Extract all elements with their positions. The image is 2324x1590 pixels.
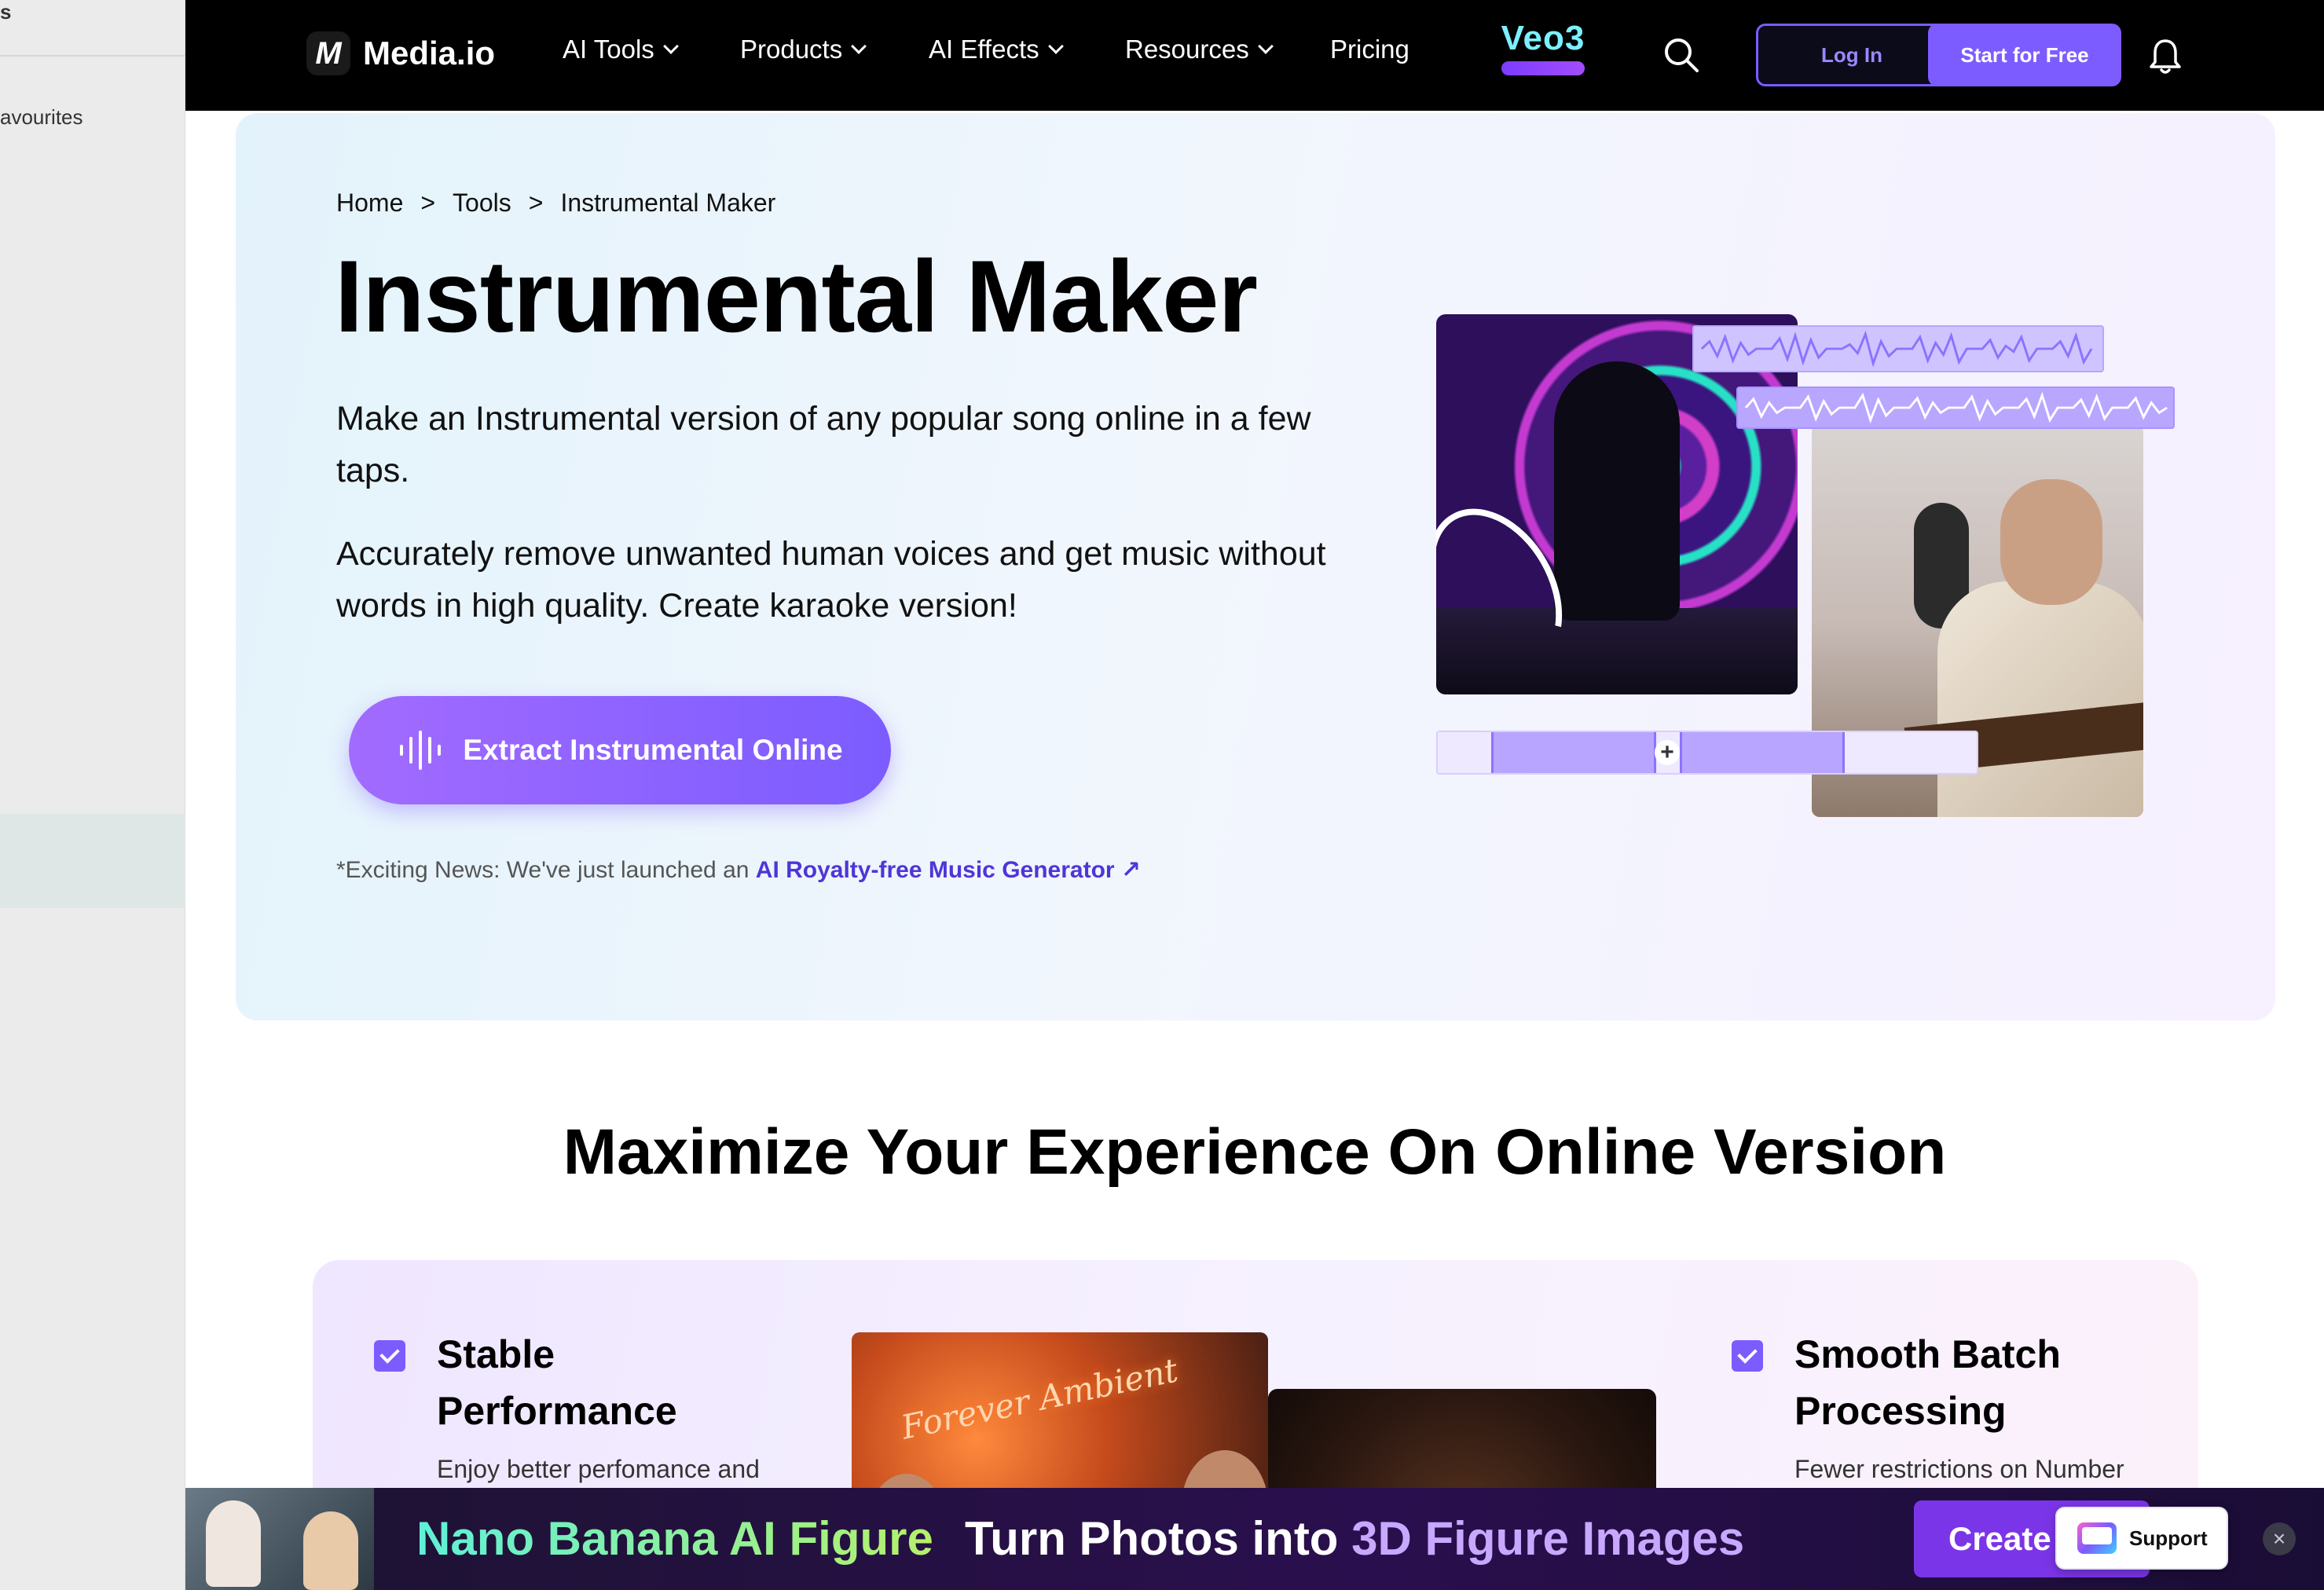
login-button[interactable]: Log In	[1756, 24, 1948, 86]
audio-waveform-track	[1692, 325, 2104, 372]
bell-icon[interactable]	[2148, 38, 2183, 75]
feature-desc-batch: Fewer restrictions on Number	[1794, 1455, 2124, 1483]
add-clip-icon: +	[1655, 739, 1680, 765]
feature-title-batch: Smooth Batch Processing	[1794, 1332, 2061, 1433]
waveform-graphic	[1700, 330, 2093, 368]
banner-text-plain: Turn Photos into	[965, 1512, 1352, 1565]
nav-pricing[interactable]: Pricing	[1330, 35, 1409, 64]
news-prefix: *Exciting News: We've just launched an	[336, 857, 756, 883]
feature-desc-stable: Enjoy better perfomance and	[437, 1455, 760, 1483]
breadcrumb-separator: >	[420, 189, 436, 217]
logo-text: Media.io	[363, 35, 496, 71]
chevron-down-icon	[1047, 38, 1064, 54]
music-generator-link[interactable]: AI Royalty-free Music Generator ↗	[756, 857, 1141, 883]
side-panel-label: s	[0, 0, 12, 24]
hero-description-1: Make an Instrumental version of any popu…	[336, 400, 1311, 489]
close-icon[interactable]: ×	[2263, 1522, 2296, 1555]
neon-sign-text: Forever Ambient	[897, 1350, 1182, 1447]
extract-instrumental-button[interactable]: Extract Instrumental Online	[349, 696, 891, 804]
chat-support-icon	[2077, 1522, 2117, 1554]
side-panel-divider	[0, 55, 185, 57]
start-for-free-button[interactable]: Start for Free	[1928, 24, 2121, 86]
audio-waveform-timeline	[1436, 731, 1978, 775]
nav-ai-effects[interactable]: AI Effects	[929, 35, 1064, 64]
nav-ai-effects-label: AI Effects	[929, 35, 1039, 64]
nav-ai-tools-label: AI Tools	[563, 35, 654, 64]
banner-highlight: Nano Banana AI Figure	[416, 1512, 933, 1565]
feature-title-stable: Stable Performance	[437, 1332, 677, 1433]
breadcrumb-tools[interactable]: Tools	[453, 189, 511, 218]
section-title: Maximize Your Experience On Online Versi…	[563, 1116, 1947, 1188]
support-label: Support	[2129, 1526, 2208, 1550]
veo3-badge[interactable]: Veo3	[1488, 19, 1598, 82]
promo-banner[interactable]: Nano Banana AI Figure Turn Photos into 3…	[185, 1488, 2324, 1590]
favourites-item[interactable]: avourites	[0, 105, 83, 130]
checkbox-icon	[1732, 1340, 1763, 1372]
nav-products[interactable]: Products	[740, 35, 867, 64]
breadcrumb-current: Instrumental Maker	[560, 189, 776, 217]
audio-waveform-track	[1736, 387, 2175, 429]
breadcrumb: Home > Tools > Instrumental Maker	[336, 189, 775, 218]
breadcrumb-separator: >	[528, 189, 544, 217]
nav-ai-tools[interactable]: AI Tools	[563, 35, 679, 64]
banner-text-accent: 3D Figure Images	[1351, 1512, 1745, 1565]
veo3-badge-bar	[1501, 61, 1585, 75]
support-button[interactable]: Support	[2055, 1507, 2228, 1570]
breadcrumb-home[interactable]: Home	[336, 189, 403, 218]
hero-description-2: Accurately remove unwanted human voices …	[336, 535, 1326, 625]
news-announcement: *Exciting News: We've just launched an A…	[336, 856, 1141, 884]
nav-products-label: Products	[740, 35, 843, 64]
nav-pricing-label: Pricing	[1330, 35, 1409, 64]
page-title: Instrumental Maker	[335, 239, 1258, 354]
chevron-down-icon	[1257, 38, 1274, 54]
veo3-badge-text: Veo3	[1501, 19, 1585, 57]
waveform-graphic	[1744, 391, 2168, 424]
browser-side-panel: s avourites	[0, 0, 185, 1590]
extract-instrumental-label: Extract Instrumental Online	[463, 734, 843, 766]
side-panel-selected-band	[0, 814, 185, 908]
waveform-icon	[400, 731, 442, 770]
chevron-down-icon	[662, 38, 679, 54]
logo-mark-icon: M	[306, 31, 350, 75]
waveform-clip	[1680, 732, 1845, 773]
logo[interactable]: M Media.io	[306, 31, 495, 75]
nav-resources-label: Resources	[1125, 35, 1249, 64]
waveform-clip	[1491, 732, 1656, 773]
top-navbar: M Media.io AI Tools Products AI Effects …	[185, 0, 2324, 111]
banner-text: Turn Photos into 3D Figure Images	[965, 1511, 1744, 1566]
chevron-down-icon	[851, 38, 867, 54]
nav-resources[interactable]: Resources	[1125, 35, 1274, 64]
banner-thumbnail	[185, 1488, 374, 1590]
search-icon[interactable]	[1662, 36, 1700, 74]
checkbox-icon	[374, 1340, 405, 1372]
